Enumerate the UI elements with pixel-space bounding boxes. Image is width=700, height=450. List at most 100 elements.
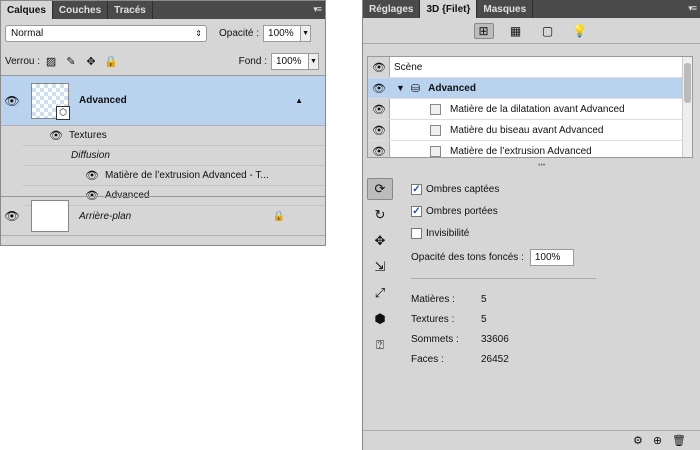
vertices-value: 33606 — [481, 333, 509, 345]
layers-panel: Calques Couches Tracés ▾≡ Normal ⇕ Opaci… — [0, 0, 326, 246]
diffusion-label: Diffusion — [71, 150, 110, 161]
layer-advanced-name: Advanced — [79, 95, 127, 106]
divider — [411, 278, 596, 279]
mesh-filter-icon[interactable]: ▦ — [506, 23, 526, 39]
drag-mesh-icon[interactable]: ✥ — [367, 230, 393, 252]
panel-menu-icon[interactable]: ▾≡ — [688, 3, 697, 14]
scene-tree: 👁 Scène 👁 ▼ ⛁ Advanced 👁 Matière de la d… — [367, 56, 693, 158]
tab-reglages[interactable]: Réglages — [363, 0, 421, 18]
lock-brush-icon[interactable]: ✎ — [64, 55, 78, 69]
expand-triangle-icon[interactable]: ▼ — [396, 83, 405, 93]
texture-extrusion-label: Matière de l’extrusion Advanced - T... — [104, 170, 269, 181]
textures-stat-label: Textures : — [411, 313, 455, 325]
shadow-opacity-label: Opacité des tons foncés : — [411, 251, 524, 263]
cast-shadows-option[interactable]: ✓ Ombres portées — [411, 200, 651, 222]
textures-value: 5 — [481, 313, 487, 325]
diffusion-group[interactable]: Diffusion — [23, 146, 325, 166]
layer-thumbnail: ⬡ — [31, 82, 70, 120]
blend-mode-select[interactable]: Normal ⇕ — [5, 25, 207, 42]
trash-icon[interactable]: 🗑 — [672, 434, 686, 447]
layer-advanced[interactable]: 👁 ⬡ Advanced ▲ — [1, 76, 325, 126]
3d-object-tools: ⟳ ↻ ✥ ⇲ ⤢ ⬢ ⍰ — [367, 178, 395, 360]
layer-thumbnail — [31, 200, 69, 232]
mesh-icon: ⛁ — [410, 82, 421, 95]
texture-extrusion[interactable]: 👁 Matière de l’extrusion Advanced - T... — [23, 166, 325, 186]
lock-label: Verrou : — [5, 56, 41, 67]
tab-couches[interactable]: Couches — [53, 1, 109, 19]
lock-move-icon[interactable]: ✥ — [84, 55, 98, 69]
opacity-arrow-icon[interactable]: ▼ — [301, 25, 312, 42]
tab-masques[interactable]: Masques — [477, 0, 534, 18]
lock-transparency-icon[interactable]: ▨ — [44, 55, 58, 69]
checkbox-checked-icon[interactable]: ✓ — [411, 205, 422, 217]
3d-tabbar: Réglages 3D {Filet} Masques ▾≡ — [363, 0, 700, 18]
scene-item-advanced[interactable]: 👁 ▼ ⛁ Advanced — [368, 78, 682, 99]
layer-background-name: Arrière-plan — [79, 210, 132, 222]
shadow-opacity-field[interactable]: 100% — [529, 248, 574, 266]
faces-value: 26452 — [481, 353, 509, 365]
scene-item-bevel[interactable]: 👁 Matière du biseau avant Advanced — [368, 120, 682, 141]
collapse-arrow-icon[interactable]: ▲ — [295, 96, 303, 105]
3d-panel-footer: ⚙ ⊕ 🗑 — [363, 430, 700, 450]
light-filter-icon[interactable]: 💡 — [570, 23, 590, 39]
material-swatch-icon — [430, 146, 441, 157]
scale-mesh-icon[interactable]: ⤢ — [367, 282, 393, 304]
scene-label: Scène — [394, 61, 423, 73]
scene-item-bevel-label: Matière du biseau avant Advanced — [450, 124, 604, 136]
checkbox-checked-icon[interactable]: ✓ — [411, 183, 422, 195]
resize-handle-icon[interactable]: ••• — [538, 162, 545, 169]
materials-label: Matières : — [411, 293, 455, 305]
eye-icon[interactable]: 👁 — [368, 124, 390, 137]
eye-icon[interactable]: 👁 — [368, 145, 390, 158]
captured-shadows-option[interactable]: ✓ Ombres captées — [411, 178, 651, 200]
textures-group[interactable]: 👁 Textures — [23, 126, 325, 146]
fill-field[interactable]: 100% — [271, 53, 309, 70]
faces-stat: Faces : 26452 — [411, 349, 651, 369]
3d-filter-tools: ⊞ ▦ ▢ 💡 — [363, 18, 700, 44]
eye-icon[interactable]: 👁 — [85, 169, 99, 182]
panel-menu-icon[interactable]: ▾≡ — [313, 4, 322, 15]
tab-3d-filet[interactable]: 3D {Filet} — [420, 0, 478, 18]
lock-all-icon[interactable]: 🔒 — [104, 55, 118, 69]
invisibility-option[interactable]: Invisibilité — [411, 222, 651, 244]
eye-icon[interactable]: 👁 — [49, 129, 63, 142]
tab-traces[interactable]: Tracés — [108, 1, 153, 19]
lock-icon: 🔒 — [272, 210, 285, 222]
material-filter-icon[interactable]: ▢ — [538, 23, 558, 39]
fill-label: Fond : — [238, 56, 267, 67]
3d-layer-icon: ⬡ — [56, 105, 70, 120]
light-guide-icon[interactable]: ⍰ — [367, 334, 393, 356]
shadow-opacity-row: Opacité des tons foncés : 100% — [411, 244, 651, 270]
scene-root[interactable]: 👁 Scène — [368, 57, 682, 78]
faces-label: Faces : — [411, 353, 444, 365]
materials-stat: Matières : 5 — [411, 289, 651, 309]
roll-mesh-icon[interactable]: ↻ — [367, 204, 393, 226]
rotate-mesh-icon[interactable]: ⟳ — [367, 178, 393, 200]
slide-mesh-icon[interactable]: ⇲ — [367, 256, 393, 278]
eye-icon[interactable]: 👁 — [368, 61, 390, 74]
eye-icon[interactable]: 👁 — [368, 103, 390, 116]
scene-item-extrusion[interactable]: 👁 Matière de l’extrusion Advanced — [368, 141, 682, 162]
eye-icon[interactable]: 👁 — [368, 82, 390, 95]
checkbox-unchecked-icon[interactable] — [411, 227, 422, 239]
eye-icon[interactable]: 👁 — [1, 94, 23, 108]
opacity-field[interactable]: 100% — [263, 25, 302, 42]
invisibility-label: Invisibilité — [426, 227, 470, 239]
updown-arrow-icon: ⇕ — [195, 29, 202, 38]
new-light-icon[interactable]: ⊕ — [653, 434, 662, 447]
vertices-stat: Sommets : 33606 — [411, 329, 651, 349]
fill-arrow-icon[interactable]: ▼ — [309, 53, 319, 70]
scene-scrollbar[interactable] — [682, 57, 692, 157]
blend-mode-value: Normal — [11, 28, 44, 39]
vertices-label: Sommets : — [411, 333, 459, 345]
tab-calques[interactable]: Calques — [1, 1, 53, 19]
textures-label: Textures — [68, 130, 107, 141]
scene-item-dilatation[interactable]: 👁 Matière de la dilatation avant Advance… — [368, 99, 682, 120]
toggle-3d-extras-icon[interactable]: ⚙ — [633, 434, 643, 447]
layer-background[interactable]: 👁 Arrière-plan 🔒 — [1, 196, 325, 236]
eye-icon[interactable]: 👁 — [1, 209, 23, 223]
scene-filter-icon[interactable]: ⊞ — [473, 22, 494, 39]
mesh-render-icon[interactable]: ⬢ — [367, 308, 393, 330]
scrollbar-thumb[interactable] — [684, 63, 691, 103]
mesh-properties: ✓ Ombres captées ✓ Ombres portées Invisi… — [411, 178, 651, 369]
